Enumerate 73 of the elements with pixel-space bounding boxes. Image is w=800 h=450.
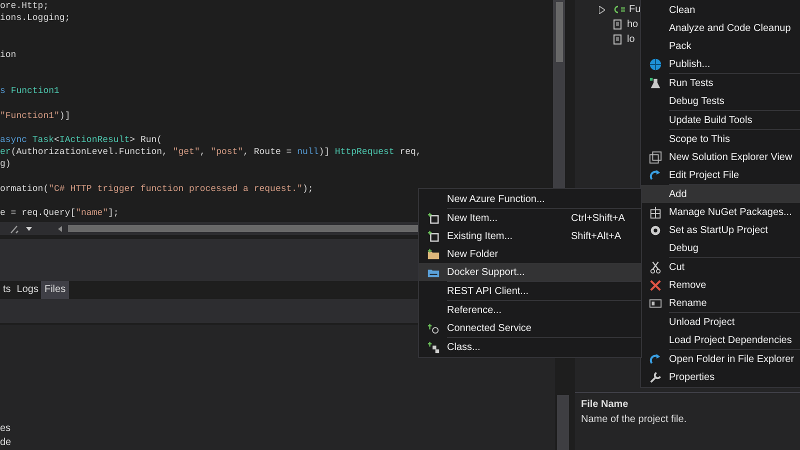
- menu-item[interactable]: Scope to This: [641, 130, 800, 148]
- rename-icon: [648, 296, 662, 310]
- shortcut-text: Ctrl+Shift+A: [571, 212, 626, 226]
- file-icon: [613, 19, 623, 30]
- new-item-icon: [426, 212, 440, 224]
- menu-item[interactable]: Class...: [419, 338, 641, 356]
- tree-item-label[interactable]: lo: [627, 32, 635, 47]
- menu-item[interactable]: Set as StartUp Project: [641, 221, 800, 239]
- shortcut-text: Shift+Alt+A: [571, 230, 622, 244]
- csharp-file-icon: [613, 5, 625, 14]
- code-line: ore.Http;: [0, 1, 49, 11]
- scroll-left-icon[interactable]: [58, 226, 62, 232]
- menu-item[interactable]: Open Folder in File Explorer: [641, 350, 800, 368]
- windows-icon: [648, 150, 662, 164]
- menu-item[interactable]: Unload Project: [641, 313, 800, 331]
- menu-item[interactable]: Remove: [641, 276, 800, 294]
- menu-item[interactable]: Edit Project File: [641, 166, 800, 184]
- code-line: s Function1: [0, 86, 60, 96]
- menu-item[interactable]: Manage NuGet Packages...: [641, 203, 800, 221]
- menu-item[interactable]: Debug Tests: [641, 92, 800, 110]
- globe-icon: [648, 58, 662, 70]
- menu-item[interactable]: Update Build Tools: [641, 111, 800, 129]
- menu-item[interactable]: REST API Client...: [419, 282, 641, 300]
- menu-item[interactable]: Clean: [641, 1, 800, 19]
- vertical-scrollbar[interactable]: [557, 395, 569, 450]
- scissors-icon: [648, 260, 662, 274]
- curved-arrow-icon: [648, 168, 662, 182]
- menu-item[interactable]: Add: [641, 185, 800, 203]
- menu-item[interactable]: Analyze and Code Cleanup: [641, 19, 800, 37]
- code-line: ions.Logging;: [0, 13, 70, 24]
- close-icon: [648, 278, 662, 292]
- code-line: e = req.Query["name"];: [0, 208, 119, 218]
- tree-item-label[interactable]: Fu: [629, 2, 641, 17]
- menu-item[interactable]: Run Tests: [641, 74, 800, 92]
- curved-arrow-icon: [648, 352, 662, 366]
- connection-icon: [426, 322, 440, 334]
- menu-item[interactable]: Rename: [641, 294, 800, 312]
- menu-item[interactable]: New Item... Ctrl+Shift+A: [419, 209, 641, 227]
- code-line: g): [0, 159, 11, 170]
- code-line: "Function1")]: [0, 110, 70, 121]
- code-line: async Task<IActionResult> Run(: [0, 135, 162, 146]
- panel-tab[interactable]: ts: [0, 281, 14, 299]
- menu-item[interactable]: Debug: [641, 239, 800, 257]
- list-item-text[interactable]: de: [0, 437, 12, 448]
- menu-item[interactable]: Pack: [641, 37, 800, 55]
- menu-item[interactable]: Connected Service: [419, 319, 641, 337]
- menu-item[interactable]: Cut: [641, 258, 800, 276]
- flask-icon: [648, 76, 662, 90]
- class-icon: [426, 340, 440, 354]
- menu-item[interactable]: New Folder: [419, 245, 641, 263]
- panel-tab[interactable]: Logs: [14, 281, 42, 299]
- code-line: er(AuthorizationLevel.Function, "get", "post", Route = null)] HttpRequest req,: [0, 147, 422, 158]
- property-name: File Name: [581, 398, 630, 412]
- file-icon: [613, 34, 623, 45]
- collapsed-arrow-icon[interactable]: [599, 6, 605, 14]
- new-item-icon: [426, 230, 440, 242]
- menu-item[interactable]: Reference...: [419, 301, 641, 319]
- tree-item-label[interactable]: ho: [627, 17, 638, 32]
- menu-item[interactable]: Publish...: [641, 55, 800, 73]
- caret-icon[interactable]: [26, 226, 32, 230]
- property-description: Name of the project file.: [581, 413, 688, 427]
- list-item-text[interactable]: es: [0, 423, 11, 434]
- code-line: ormation("C# HTTP trigger function processed a request.");: [0, 184, 314, 194]
- folder-icon: [426, 248, 440, 260]
- panel-tab[interactable]: Files: [41, 281, 69, 299]
- wrench-icon: [648, 370, 662, 384]
- menu-item[interactable]: Properties: [641, 368, 800, 386]
- menu-item[interactable]: Load Project Dependencies: [641, 331, 800, 349]
- menu-item[interactable]: Existing Item... Shift+Alt+A: [419, 227, 641, 245]
- code-line: ion: [0, 50, 16, 60]
- menu-item[interactable]: Docker Support...: [419, 263, 641, 281]
- menu-item[interactable]: New Solution Explorer View: [641, 148, 800, 166]
- menu-item[interactable]: New Azure Function...: [419, 190, 641, 208]
